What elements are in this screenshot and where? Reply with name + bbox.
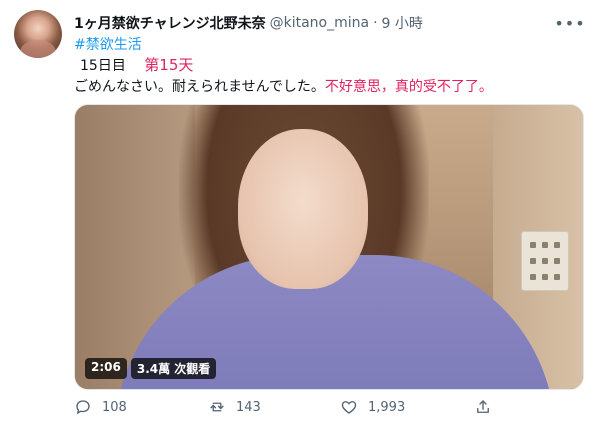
video-duration: 2:06: [85, 358, 127, 379]
tweet-time[interactable]: 9 小時: [382, 13, 423, 33]
tweet-header: 1ヶ月禁欲チャレンジ北野未奈 @kitano_mina · 9 小時 •••: [74, 12, 585, 34]
action-bar: 108 143 1,993: [74, 398, 504, 422]
share-button[interactable]: [474, 398, 492, 416]
tweet-text-jp: ごめんなさい。耐えられませんでした。: [74, 79, 325, 95]
retweet-button[interactable]: 143: [208, 398, 261, 416]
reply-count: 108: [102, 399, 127, 415]
hashtag-link[interactable]: #禁欲生活: [74, 34, 142, 54]
retweet-icon: [210, 402, 224, 412]
more-icon[interactable]: •••: [554, 12, 584, 34]
tweet-text-cn: 不好意思，真的受不了了。: [324, 79, 493, 95]
like-count: 1,993: [368, 399, 406, 415]
video-overlay: 2:06 3.4萬 次觀看: [85, 358, 217, 379]
separator-dot: ·: [373, 15, 378, 31]
share-icon: [477, 400, 489, 413]
avatar[interactable]: [14, 10, 62, 58]
day-label: 15日目: [80, 58, 126, 74]
reply-icon: [76, 400, 90, 415]
wall-control-panel: [521, 231, 569, 291]
video-views: 3.4萬 次觀看: [130, 358, 217, 379]
heart-icon: [341, 401, 357, 414]
like-button[interactable]: 1,993: [340, 398, 405, 416]
retweet-count: 143: [236, 399, 261, 415]
tweet-text: ごめんなさい。耐えられませんでした。不好意思，真的受不了了。: [74, 76, 493, 96]
person-face: [238, 129, 368, 289]
day-line: 15日目 第15天: [80, 54, 193, 75]
reply-button[interactable]: 108: [74, 398, 127, 416]
display-name[interactable]: 1ヶ月禁欲チャレンジ北野未奈: [74, 13, 266, 33]
video-player[interactable]: 2:06 3.4萬 次觀看: [74, 104, 584, 390]
day-label-cn: 第15天: [144, 56, 194, 74]
user-handle[interactable]: @kitano_mina: [270, 15, 369, 31]
